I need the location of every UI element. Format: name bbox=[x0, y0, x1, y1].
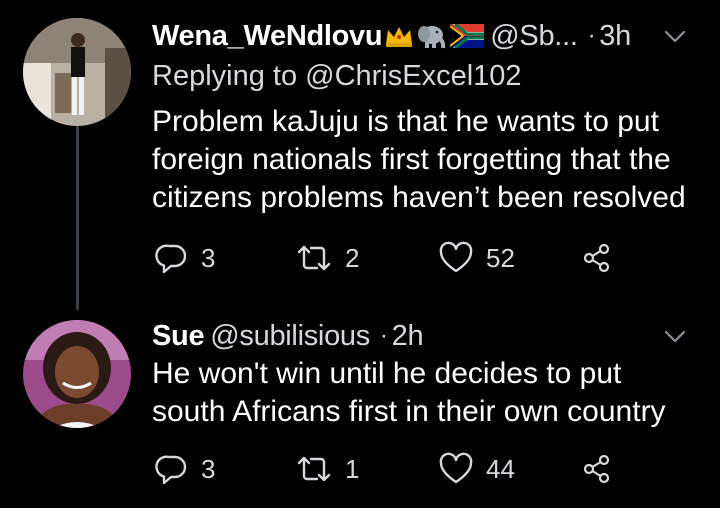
tweet-2[interactable]: Sue @subilisious · 2h He won't win until… bbox=[0, 300, 720, 508]
share-button[interactable] bbox=[580, 238, 626, 278]
retweet-count: 1 bbox=[345, 453, 360, 484]
reply-count: 3 bbox=[201, 453, 216, 484]
display-name[interactable]: Wena_WeNdlovu bbox=[152, 20, 383, 53]
tweet-text: He won't win until he decides to put sou… bbox=[152, 357, 666, 428]
retweet-icon bbox=[297, 245, 331, 271]
timestamp[interactable]: 3h bbox=[599, 20, 631, 53]
tweet-1[interactable]: Wena_WeNdlovu @Sb... · 3h Replying to @C… bbox=[0, 0, 720, 310]
tweet-header: Sue @subilisious · 2h bbox=[152, 316, 690, 356]
display-name[interactable]: Sue bbox=[152, 320, 205, 353]
like-count: 44 bbox=[486, 453, 515, 484]
retweet-button[interactable]: 2 bbox=[295, 238, 359, 278]
like-count: 52 bbox=[486, 242, 515, 273]
elephant-emoji bbox=[416, 23, 448, 49]
user-handle[interactable]: @subilisious bbox=[210, 320, 370, 353]
share-icon bbox=[583, 243, 610, 273]
reply-button[interactable]: 3 bbox=[155, 238, 215, 278]
like-button[interactable]: 52 bbox=[438, 238, 515, 278]
share-icon bbox=[583, 454, 610, 484]
avatar[interactable] bbox=[23, 18, 131, 126]
like-button[interactable]: 44 bbox=[438, 449, 515, 489]
replying-to[interactable]: Replying to @ChrisExcel102 bbox=[152, 60, 522, 93]
reply-icon bbox=[155, 244, 187, 274]
tweet-text: Problem kaJuju is that he wants to put f… bbox=[152, 105, 686, 214]
chevron-down-icon[interactable] bbox=[660, 22, 690, 52]
south-africa-flag-emoji bbox=[450, 24, 485, 48]
reply-icon bbox=[155, 455, 187, 485]
retweet-count: 2 bbox=[345, 242, 360, 273]
user-handle[interactable]: @Sb... bbox=[490, 20, 578, 53]
avatar[interactable] bbox=[23, 320, 131, 428]
separator-dot: · bbox=[379, 322, 388, 349]
retweet-icon bbox=[297, 456, 331, 482]
reply-button[interactable]: 3 bbox=[155, 449, 215, 489]
thread-line bbox=[76, 125, 79, 310]
retweet-button[interactable]: 1 bbox=[295, 449, 359, 489]
timestamp[interactable]: 2h bbox=[392, 320, 424, 353]
like-icon bbox=[439, 241, 473, 273]
reply-count: 3 bbox=[201, 242, 216, 273]
share-button[interactable] bbox=[580, 449, 626, 489]
chevron-down-icon[interactable] bbox=[660, 322, 690, 352]
like-icon bbox=[439, 452, 473, 484]
crown-emoji bbox=[384, 24, 414, 48]
tweet-header: Wena_WeNdlovu @Sb... · 3h bbox=[152, 16, 690, 56]
separator-dot: · bbox=[587, 22, 596, 49]
